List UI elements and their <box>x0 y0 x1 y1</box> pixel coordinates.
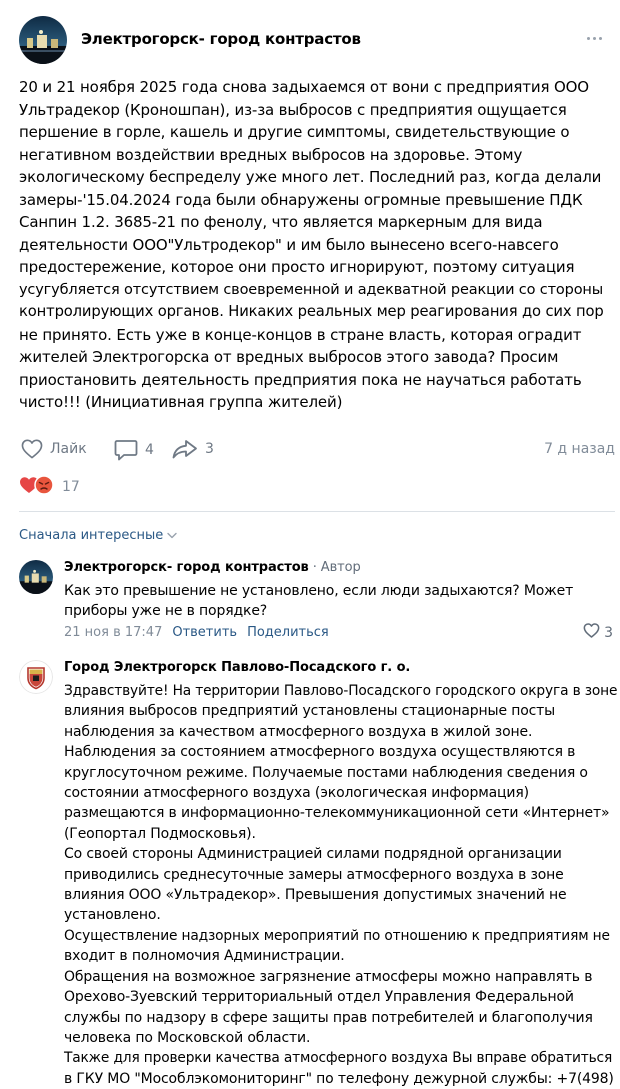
comment-text-line: Как это превышение не установлено, если … <box>64 583 574 599</box>
post-text-line: контролирующих органов. Никаких реальных… <box>19 303 604 320</box>
comment-text-line: влияния ООО «Ультрадекор». Превышения до… <box>64 887 567 904</box>
sort-dropdown[interactable]: Сначала интересные <box>19 528 177 543</box>
comment-bubble-icon <box>114 439 138 461</box>
post-text-line: негативном воздействии вредных выбросов … <box>19 145 523 164</box>
share-arrow-icon <box>172 439 198 459</box>
comment-text-line: приводились среднесуточные замеры атмосф… <box>64 866 564 883</box>
comment-text-line: Со своей стороны Администрацией силами п… <box>64 846 562 863</box>
comments-count: 4 <box>145 442 154 458</box>
post-text-line: приостановить деятельность предприятия п… <box>19 370 582 389</box>
sort-label: Сначала интересные <box>19 528 164 543</box>
comment-text-line: входит в полномочия Администрации. <box>64 948 345 965</box>
post-text-line: Санпин 1.2. 3685-21 по фенолу, что являе… <box>19 213 543 231</box>
comment-text-line: размещаются в информационно-телекоммуник… <box>64 805 610 822</box>
commenter-name[interactable]: Электрогорск- город контрастов · Автор <box>64 560 361 575</box>
post-actions: Лайк 4 3 7 д назад <box>19 437 615 465</box>
like-button[interactable]: Лайк <box>21 439 87 459</box>
comment-text-line: приборы уже не в порядке? <box>64 603 268 620</box>
post-time[interactable]: 7 д назад <box>544 441 615 457</box>
post-text-line: деятельности ООО"Ультродекор" и им было … <box>19 235 559 254</box>
commenter-avatar[interactable] <box>19 660 53 694</box>
comment-text-line: Здравствуйте! На территории Павлово-Поса… <box>64 683 618 699</box>
post-text-line: Ультрадекор (Кроношпан), из-за выбросов … <box>19 100 567 119</box>
post-text-line: першение в горле, кашель и другие симпто… <box>19 123 570 141</box>
comment-text-line: влияния выбросов предприятий установлены… <box>64 703 556 720</box>
comment-meta: 21 ноя в 17:47 Ответить Поделиться <box>64 625 329 640</box>
post-text-line: усугубляется отсутствием своевременной и… <box>19 281 604 298</box>
comment-text-line: круглосуточном режиме. Получаемые постам… <box>64 764 588 781</box>
post-text-line: чисто!!! (Инициативная группа жителей) <box>19 393 343 411</box>
comment-text-line: Орехово-Зуевский территориальный отдел У… <box>64 989 574 1006</box>
comment-text-line: наблюдения за качеством атмосферного воз… <box>64 723 533 740</box>
comment-text-line: состоянии атмосферного воздуха (экологич… <box>64 785 529 802</box>
commenter-name-text: Электрогорск- город контрастов <box>64 560 309 575</box>
comment-text-line: Осуществление надзорных мероприятий по о… <box>64 927 610 944</box>
post-text-line: не принято. Есть уже в конце-концов в ст… <box>19 325 582 344</box>
post-text-line: замеры-'15.04.2024 года были обнаружены … <box>19 190 583 209</box>
post-text-line: предостережение, которое они просто игно… <box>19 258 575 276</box>
post-header: Электрогорск- город контрастов <box>19 16 609 66</box>
post-text-line: экологическому беспределу уже много лет.… <box>19 168 602 186</box>
comment-text-line: службы по надзору в сфере защиты прав по… <box>64 1009 593 1026</box>
chevron-down-icon <box>167 528 177 543</box>
comment-text-line: в ГКУ МО "Мособлэкомониторинг" по телефо… <box>64 1070 614 1087</box>
comment-text-line: Наблюдения за состоянием атмосферного во… <box>64 744 576 761</box>
heart-outline-icon <box>21 439 43 459</box>
post-text: 20 и 21 ноября 2025 года снова задыхаемс… <box>19 76 609 414</box>
comment-text-line: человека по Московской области. <box>64 1029 311 1046</box>
comment-like-button[interactable]: 3 <box>583 623 613 642</box>
comment-date[interactable]: 21 ноя в 17:47 <box>64 625 162 640</box>
author-role-badge: · Автор <box>308 560 361 575</box>
reactions-summary[interactable]: 17 <box>19 475 80 499</box>
share-button[interactable]: 3 <box>172 439 214 459</box>
share-comment-button[interactable]: Поделиться <box>247 625 329 640</box>
comment: Электрогорск- город контрастов · Автор К… <box>19 560 615 650</box>
comment-text: Здравствуйте! На территории Павлово-Поса… <box>64 681 619 1089</box>
angry-reaction-icon <box>34 475 54 499</box>
group-avatar[interactable] <box>19 16 67 64</box>
comment-text-line: Также для проверки качества атмосферного… <box>64 1050 613 1067</box>
commenter-name[interactable]: Город Электрогорск Павлово-Посадского г.… <box>64 660 410 675</box>
post-text-line: 20 и 21 ноября 2025 года снова задыхаемс… <box>19 78 589 96</box>
comment-text-line: установлено. <box>64 907 161 924</box>
reactions-count: 17 <box>62 479 80 495</box>
comment-text: Как это превышение не установлено, если … <box>64 581 619 622</box>
shares-count: 3 <box>205 441 214 457</box>
like-label: Лайк <box>50 441 87 457</box>
comment: Город Электрогорск Павлово-Посадского г.… <box>19 660 617 1089</box>
comment-likes-count: 3 <box>604 624 613 641</box>
divider <box>19 511 615 512</box>
more-dots-icon[interactable] <box>579 26 609 50</box>
comment-button[interactable]: 4 <box>114 439 154 461</box>
reply-button[interactable]: Ответить <box>172 625 237 640</box>
heart-outline-icon <box>583 623 600 642</box>
comment-text-line: Обращения на возможное загрязнение атмос… <box>64 968 593 985</box>
post-author-name[interactable]: Электрогорск- город контрастов <box>81 30 361 48</box>
commenter-avatar[interactable] <box>19 560 53 594</box>
post-text-line: жителей Электрогорска от вредных выбросо… <box>19 348 559 366</box>
comment-text-line: (Геопортал Подмосковья). <box>64 825 256 842</box>
